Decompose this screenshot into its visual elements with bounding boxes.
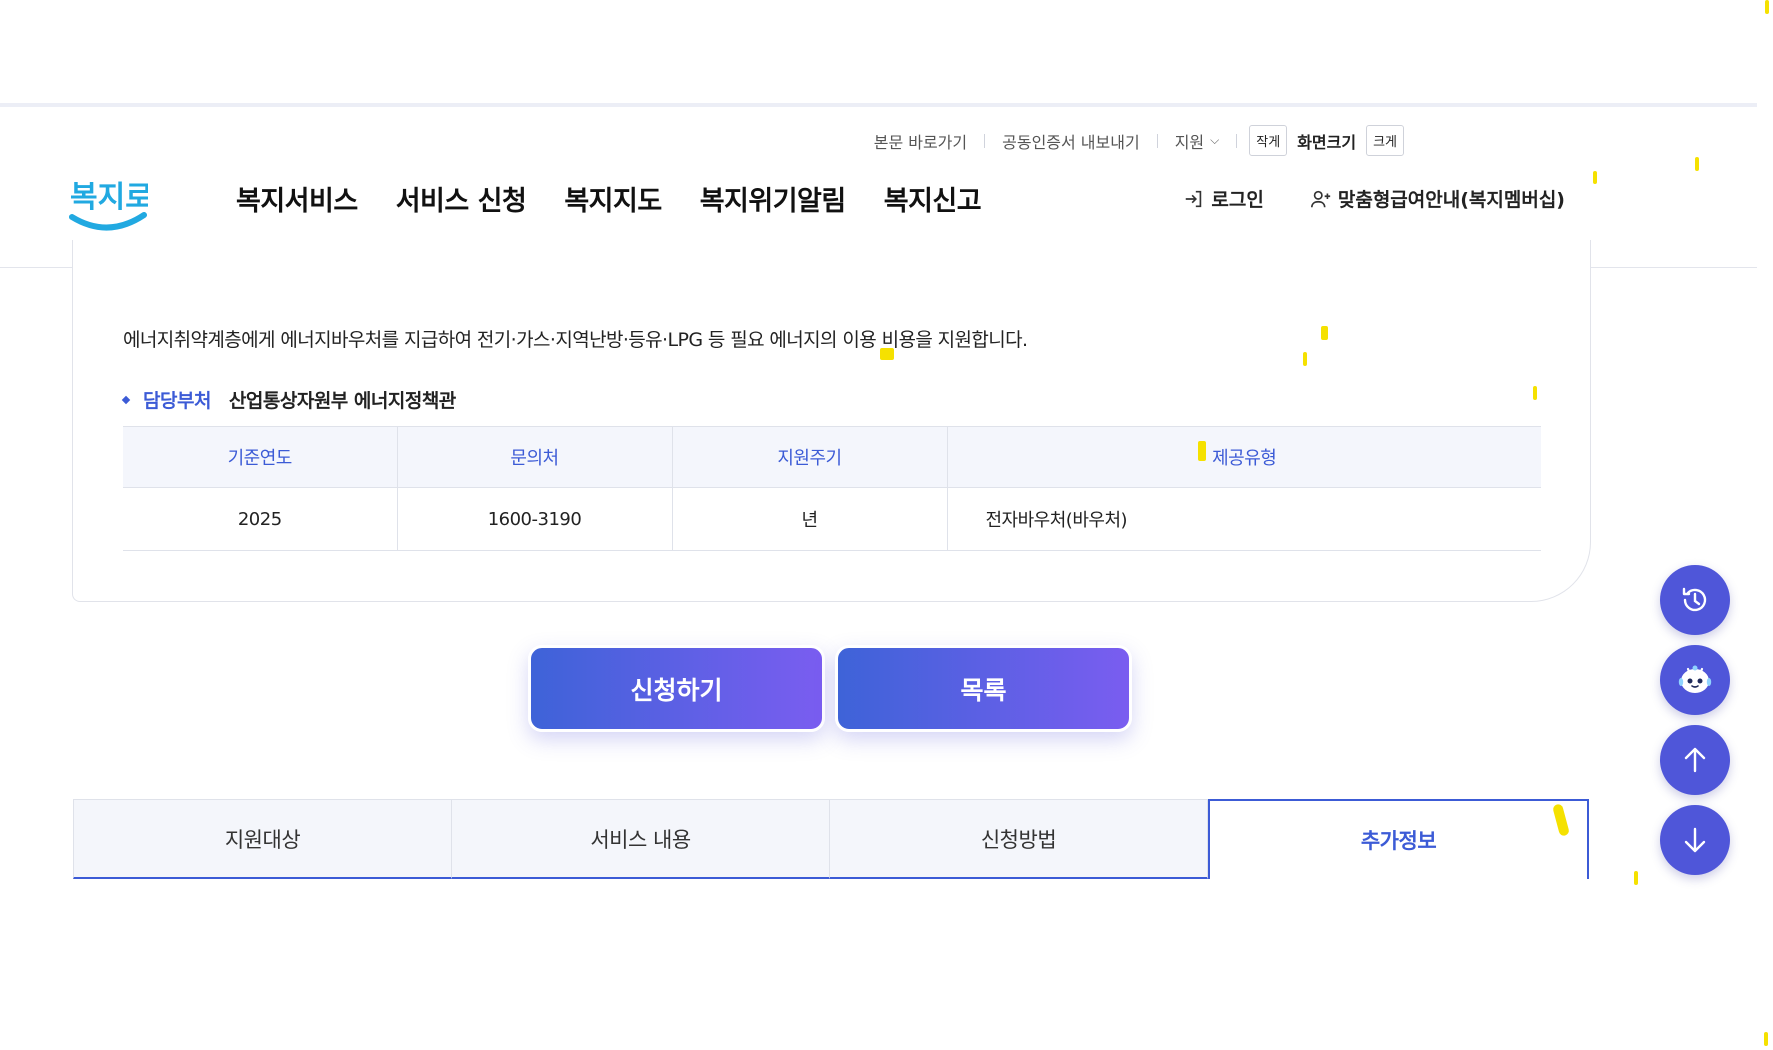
bokjiro-logo-icon: 복지로 [69,180,153,231]
nav-welfare-crisis-alert[interactable]: 복지위기알림 [700,179,847,218]
service-info-card: 에너지취약계층에게 에너지바우처를 지급하여 전기·가스·지역난방·등유·LPG… [72,240,1591,602]
department-value: 산업통상자원부 에너지정책관 [228,390,456,412]
table-cell-type: 전자바우처(바우처) [947,487,1541,551]
action-buttons: 신청하기 목록 [528,645,1132,732]
department-row: 담당부처 산업통상자원부 에너지정책관 [121,386,456,413]
table-header-cell: 지원주기 [672,426,948,488]
add-user-icon [1310,190,1331,207]
recent-history-button[interactable] [1660,565,1730,635]
tab-apply-method[interactable]: 신청방법 [830,799,1208,879]
login-link[interactable]: 로그인 [1183,185,1264,212]
account-menu: 로그인 맞춤형급여안내(복지멤버십) [1183,185,1565,212]
utility-bar: 본문 바로가기 공동인증서 내보내기 지원 ⌵ 작게 화면크기 크게 [857,125,1404,156]
sparkle-decoration [1533,386,1537,400]
page: 본문 바로가기 공동인증서 내보내기 지원 ⌵ 작게 화면크기 크게 복지로 복… [0,0,1773,1050]
sparkle-decoration [880,348,894,360]
table-header-cell: 문의처 [397,426,673,488]
sparkle-decoration [1198,441,1206,461]
diamond-bullet-icon [121,395,131,404]
tab-service-content[interactable]: 서비스 내용 [452,799,830,879]
skip-to-content-link[interactable]: 본문 바로가기 [857,129,984,153]
sparkle-decoration [1634,871,1638,885]
chevron-down-icon: ⌵ [1210,133,1220,147]
department-label: 담당부처 [143,390,211,412]
arrow-up-icon [1684,747,1706,773]
sparkle-decoration [1321,326,1328,340]
floating-buttons [1660,565,1730,875]
font-size-control: 작게 화면크기 크게 [1237,125,1404,156]
arrow-down-icon [1684,827,1706,853]
scroll-bottom-button[interactable] [1660,805,1730,875]
sparkle-decoration [1593,171,1597,184]
service-info-table: 기준연도 문의처 지원주기 제공유형 2025 1600-3190 년 전자바우… [123,426,1541,551]
table-header-cell: 기준연도 [123,426,398,488]
chatbot-icon [1678,665,1712,693]
apply-button[interactable]: 신청하기 [528,645,825,732]
sparkle-decoration [1303,352,1307,366]
logo-text: 복지로 [70,180,148,215]
history-icon [1682,587,1707,612]
sparkle-decoration [1765,0,1769,14]
nav-welfare-map[interactable]: 복지지도 [564,179,662,218]
nav-welfare-report[interactable]: 복지신고 [884,179,982,218]
login-label: 로그인 [1211,189,1264,211]
detail-tabs: 지원대상 서비스 내용 신청방법 추가정보 [73,799,1589,879]
language-label: 지원 [1174,132,1205,152]
tab-eligibility[interactable]: 지원대상 [73,799,452,879]
nav-welfare-service[interactable]: 복지서비스 [236,179,358,218]
export-certificate-link[interactable]: 공동인증서 내보내기 [985,129,1157,153]
membership-link[interactable]: 맞춤형급여안내(복지멤버십) [1310,185,1565,212]
login-icon [1186,190,1202,207]
font-size-label: 화면크기 [1297,132,1357,152]
table-row: 2025 1600-3190 년 전자바우처(바우처) [123,487,1541,551]
sparkle-decoration [1695,157,1699,171]
sparkle-decoration [1764,1032,1768,1046]
membership-label: 맞춤형급여안내(복지멤버십) [1337,189,1565,211]
bokjiro-logo[interactable]: 복지로 [68,167,153,237]
main-navigation: 복지서비스 서비스 신청 복지지도 복지위기알림 복지신고 [236,179,982,218]
table-cell-cycle: 년 [672,487,948,551]
language-select[interactable]: 지원 ⌵ [1158,129,1237,153]
chatbot-button[interactable] [1660,645,1730,715]
list-button[interactable]: 목록 [835,645,1132,732]
table-cell-contact: 1600-3190 [397,487,673,551]
table-cell-year: 2025 [123,487,398,551]
table-header-row: 기준연도 문의처 지원주기 제공유형 [123,426,1541,488]
scroll-top-button[interactable] [1660,725,1730,795]
font-size-small-button[interactable]: 작게 [1249,125,1288,156]
font-size-large-button[interactable]: 크게 [1366,125,1404,156]
tab-additional-info[interactable]: 추가정보 [1208,799,1589,879]
table-header-cell: 제공유형 [947,426,1541,488]
nav-service-apply[interactable]: 서비스 신청 [396,179,527,218]
